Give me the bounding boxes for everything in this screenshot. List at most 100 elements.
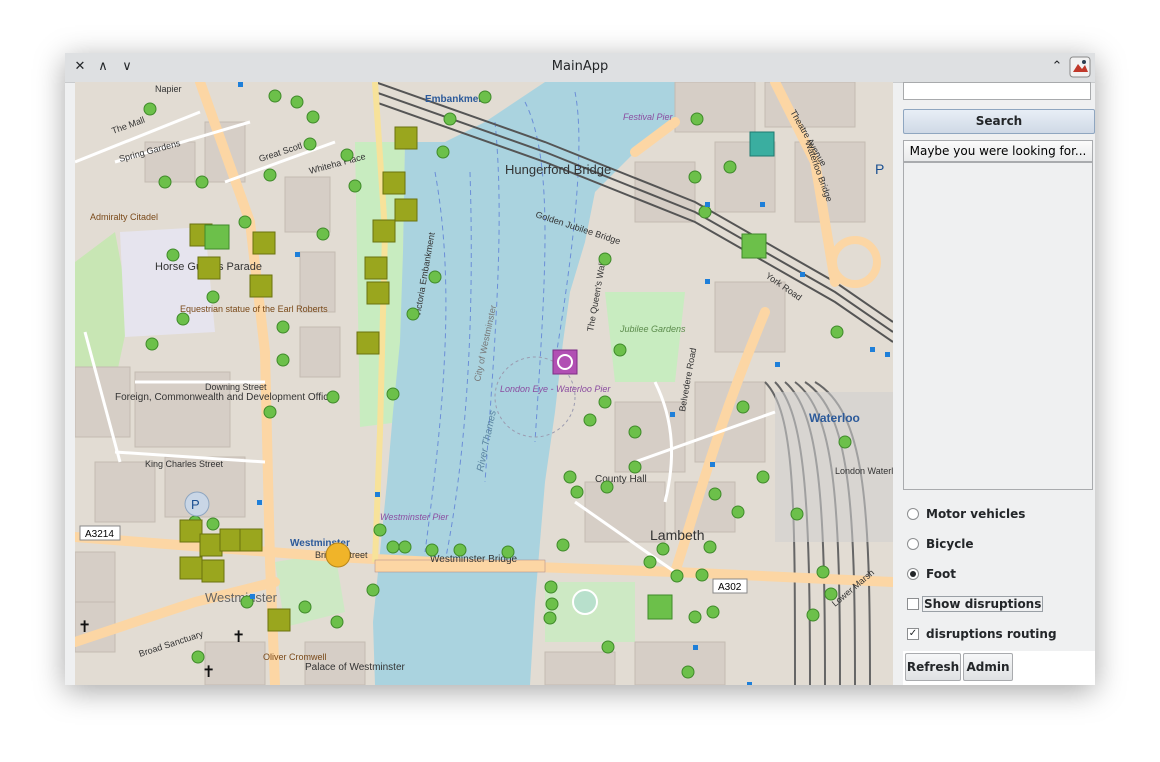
poi-marker[interactable]	[628, 425, 642, 439]
poi-marker[interactable]	[598, 252, 612, 266]
poi-marker[interactable]	[706, 605, 720, 619]
poi-marker[interactable]	[373, 523, 387, 537]
memorial-marker[interactable]	[267, 608, 291, 632]
poi-marker[interactable]	[263, 168, 277, 182]
poi-marker[interactable]	[206, 517, 220, 531]
poi-marker[interactable]	[348, 179, 362, 193]
poi-marker[interactable]	[238, 215, 252, 229]
poi-marker[interactable]	[195, 175, 209, 189]
checkbox-indicator-checked[interactable]: ✓	[907, 627, 919, 640]
memorial-marker[interactable]	[356, 331, 380, 355]
poi-marker[interactable]	[670, 569, 684, 583]
radio-indicator[interactable]	[907, 507, 919, 520]
memorial-marker[interactable]	[366, 281, 390, 305]
admin-button[interactable]: Admin	[963, 653, 1013, 681]
poi-marker[interactable]	[600, 480, 614, 494]
poi-marker[interactable]	[824, 587, 838, 601]
radio-indicator[interactable]	[907, 537, 919, 550]
cinema-icon[interactable]	[749, 131, 775, 157]
refresh-button[interactable]: Refresh	[905, 653, 961, 681]
poi-marker[interactable]	[838, 435, 852, 449]
poi-marker[interactable]	[145, 337, 159, 351]
poi-marker[interactable]	[756, 470, 770, 484]
memorial-marker[interactable]	[199, 533, 223, 557]
search-input[interactable]	[903, 82, 1091, 100]
poi-marker[interactable]	[425, 543, 439, 557]
poi-marker[interactable]	[688, 170, 702, 184]
poi-marker[interactable]	[478, 90, 492, 104]
museum-icon[interactable]	[741, 233, 767, 259]
memorial-marker[interactable]	[249, 274, 273, 298]
poi-marker[interactable]	[276, 353, 290, 367]
poi-marker[interactable]	[731, 505, 745, 519]
poi-marker[interactable]	[326, 390, 340, 404]
poi-marker[interactable]	[656, 542, 670, 556]
poi-marker[interactable]	[570, 485, 584, 499]
checkbox-disruptions-routing[interactable]: ✓ disruptions routing	[907, 625, 1057, 643]
radio-bicycle[interactable]: Bicycle	[907, 535, 974, 553]
poi-marker[interactable]	[830, 325, 844, 339]
poi-marker[interactable]	[723, 160, 737, 174]
memorial-marker[interactable]	[201, 559, 225, 583]
poi-marker[interactable]	[330, 615, 344, 629]
poi-marker[interactable]	[698, 205, 712, 219]
memorial-marker[interactable]	[179, 556, 203, 580]
poi-marker[interactable]	[736, 400, 750, 414]
poi-marker[interactable]	[601, 640, 615, 654]
radio-foot[interactable]: Foot	[907, 565, 956, 583]
poi-marker[interactable]	[386, 387, 400, 401]
memorial-marker[interactable]	[394, 126, 418, 150]
poi-marker[interactable]	[628, 460, 642, 474]
poi-marker[interactable]	[206, 290, 220, 304]
memorial-marker[interactable]	[382, 171, 406, 195]
poi-marker[interactable]	[290, 95, 304, 109]
checkbox-indicator[interactable]	[907, 597, 919, 610]
memorial-marker[interactable]	[197, 256, 221, 280]
keep-above-icon[interactable]: ⌃	[1047, 57, 1067, 77]
poi-marker[interactable]	[544, 580, 558, 594]
poi-marker[interactable]	[643, 555, 657, 569]
search-button[interactable]: Search	[903, 109, 1095, 134]
poi-marker[interactable]	[166, 248, 180, 262]
memorial-marker[interactable]	[394, 198, 418, 222]
poi-marker[interactable]	[436, 145, 450, 159]
poi-marker[interactable]	[790, 507, 804, 521]
poi-marker[interactable]	[298, 600, 312, 614]
poi-marker[interactable]	[406, 307, 420, 321]
poi-marker[interactable]	[690, 112, 704, 126]
poi-marker[interactable]	[316, 227, 330, 241]
poi-marker[interactable]	[398, 540, 412, 554]
memorial-marker[interactable]	[372, 219, 396, 243]
poi-marker[interactable]	[453, 543, 467, 557]
poi-marker[interactable]	[268, 89, 282, 103]
poi-marker[interactable]	[816, 565, 830, 579]
poi-marker[interactable]	[366, 583, 380, 597]
poi-marker[interactable]	[303, 137, 317, 151]
memorial-marker[interactable]	[239, 528, 263, 552]
radio-indicator-selected[interactable]	[907, 567, 919, 580]
memorial-marker[interactable]	[364, 256, 388, 280]
suggestion-header[interactable]: Maybe you were looking for...	[903, 140, 1093, 162]
poi-marker[interactable]	[543, 611, 557, 625]
poi-marker[interactable]	[695, 568, 709, 582]
checkbox-show-disruptions[interactable]: Show disruptions	[907, 595, 1044, 613]
poi-marker[interactable]	[306, 110, 320, 124]
poi-marker[interactable]	[443, 112, 457, 126]
museum-icon[interactable]	[647, 594, 673, 620]
museum-icon[interactable]	[204, 224, 230, 250]
london-eye-icon[interactable]	[552, 349, 578, 375]
poi-marker[interactable]	[386, 540, 400, 554]
poi-marker[interactable]	[563, 470, 577, 484]
poi-marker[interactable]	[501, 545, 515, 559]
search-results-list[interactable]	[903, 162, 1093, 490]
poi-marker[interactable]	[276, 320, 290, 334]
poi-marker[interactable]	[143, 102, 157, 116]
poi-marker[interactable]	[158, 175, 172, 189]
poi-marker[interactable]	[176, 312, 190, 326]
poi-marker[interactable]	[428, 270, 442, 284]
poi-marker[interactable]	[340, 148, 354, 162]
poi-marker[interactable]	[556, 538, 570, 552]
bridge-poi-icon[interactable]	[325, 542, 351, 568]
poi-marker[interactable]	[703, 540, 717, 554]
poi-marker[interactable]	[263, 405, 277, 419]
